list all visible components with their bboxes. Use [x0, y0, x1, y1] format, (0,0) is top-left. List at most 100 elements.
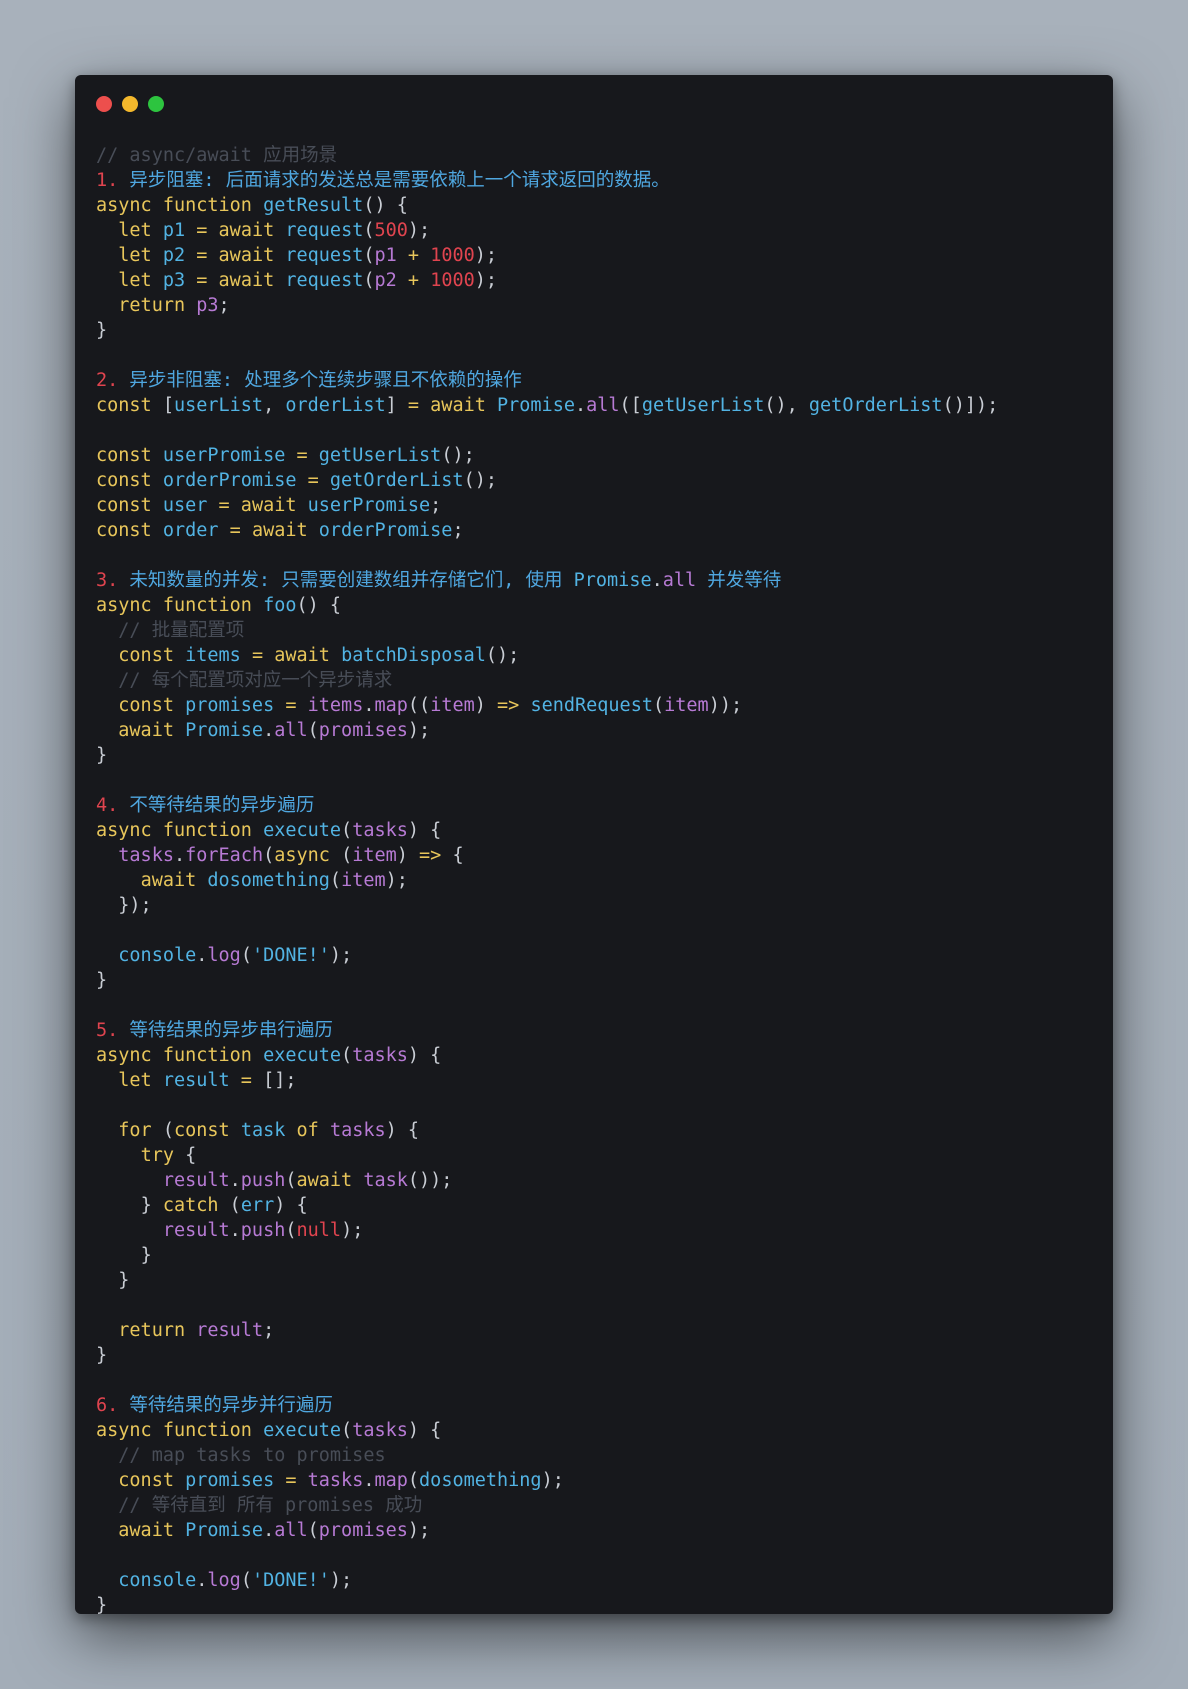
code-token-keyword: = — [229, 1070, 264, 1091]
code-token-function: foo — [263, 595, 297, 616]
code-token-keyword: const — [96, 445, 163, 466]
code-token-keyword: = — [274, 1470, 308, 1491]
code-line: async function execute(tasks) { — [96, 1043, 1096, 1068]
code-line: async function foo() { — [96, 593, 1096, 618]
code-token-keyword: = — [285, 445, 319, 466]
code-token-number: 5. — [96, 1020, 130, 1041]
code-token-punct: ); — [329, 945, 353, 966]
code-line: } — [96, 968, 1096, 993]
code-token-function: request — [285, 245, 364, 266]
code-line: }); — [96, 893, 1096, 918]
code-token-function: getOrderList — [329, 470, 464, 491]
code-token-function: getOrderList — [808, 395, 943, 416]
code-token-punct: ([ — [619, 395, 642, 416]
code-token-punct: ( — [652, 695, 665, 716]
close-button[interactable] — [96, 96, 112, 112]
code-line: // 批量配置项 — [96, 618, 1096, 643]
code-line: 6. 等待结果的异步并行遍历 — [96, 1393, 1096, 1418]
code-token-function: execute — [263, 1045, 342, 1066]
code-line: let p3 = await request(p2 + 1000); — [96, 268, 1096, 293]
code-token-punct: . — [363, 1470, 375, 1491]
code-block[interactable]: // async/await 应用场景 1. 异步阻塞: 后面请求的发送总是需要依… — [96, 143, 1096, 1614]
code-line: const items = await batchDisposal(); — [96, 643, 1096, 668]
code-token-variable: item — [352, 845, 397, 866]
code-token-punct: ) { — [407, 1045, 442, 1066]
code-token-variable: item — [341, 870, 386, 891]
code-line: await Promise.all(promises); — [96, 1518, 1096, 1543]
code-token-variable: all — [662, 570, 697, 591]
code-token-punct: ); — [329, 1570, 353, 1591]
code-token-punct: ); — [407, 1520, 431, 1541]
code-line: // async/await 应用场景 — [96, 143, 1096, 168]
code-token-punct: ] — [385, 395, 397, 416]
code-token-function: promises — [185, 1470, 275, 1491]
code-token-punct: ; — [263, 1320, 275, 1341]
code-token-punct: ( — [285, 1220, 297, 1241]
code-token-punct: ( — [263, 845, 275, 866]
code-token-function: request — [285, 220, 364, 241]
code-token-punct: ) — [474, 695, 498, 716]
code-line: try { — [96, 1143, 1096, 1168]
code-token-keyword: await — [118, 1520, 186, 1541]
code-token-punct: } — [96, 320, 108, 341]
code-line: 1. 异步阻塞: 后面请求的发送总是需要依赖上一个请求返回的数据。 — [96, 168, 1096, 193]
code-token-variable: tasks — [352, 1420, 408, 1441]
code-token-keyword: = — [274, 695, 308, 716]
code-token-comment: // 每个配置项对应一个异步请求 — [118, 670, 393, 691]
code-token-punct: . — [574, 395, 587, 416]
code-token-punct: (); — [485, 645, 520, 666]
code-token-keyword: of — [285, 1120, 330, 1141]
code-token-function: getUserList — [318, 445, 442, 466]
code-token-function: getUserList — [641, 395, 765, 416]
code-token-keyword: async function — [96, 595, 264, 616]
code-token-class: Promise — [185, 720, 264, 741]
code-token-punct: ); — [385, 870, 408, 891]
code-token-class: Promise — [573, 570, 652, 591]
minimize-button[interactable] — [122, 96, 138, 112]
code-token-function: user — [162, 495, 208, 516]
code-line: async function execute(tasks) { — [96, 818, 1096, 843]
code-token-heading: 等待结果的异步并行遍历 — [129, 1395, 333, 1416]
code-token-keyword: return — [118, 1320, 197, 1341]
code-token-variable: forEach — [185, 845, 264, 866]
code-line: const promises = tasks.map(dosomething); — [96, 1468, 1096, 1493]
code-token-variable: tasks — [352, 820, 408, 841]
code-token-punct: ()); — [407, 1170, 453, 1191]
code-line: await dosomething(item); — [96, 868, 1096, 893]
code-token-punct: }); — [118, 895, 152, 916]
code-token-keyword: const — [173, 1120, 241, 1141]
code-token-function: order — [162, 520, 219, 541]
code-line: async function execute(tasks) { — [96, 1418, 1096, 1443]
code-token-keyword: async function — [96, 195, 264, 216]
code-token-function: p3 — [162, 270, 186, 291]
code-token-comment: // 等待直到 所有 promises 成功 — [118, 1495, 423, 1516]
code-token-variable: promises — [318, 720, 408, 741]
code-token-keyword: + — [396, 270, 431, 291]
code-token-number: 3. — [96, 570, 130, 591]
code-token-variable: all — [274, 1520, 308, 1541]
maximize-button[interactable] — [148, 96, 164, 112]
code-token-variable: log — [207, 1570, 241, 1591]
code-token-variable: items — [307, 695, 364, 716]
code-token-punct: ( — [341, 845, 353, 866]
code-token-punct: { — [185, 1145, 197, 1166]
code-token-function: dosomething — [419, 1470, 542, 1491]
code-token-punct: )); — [708, 695, 743, 716]
code-token-function: dosomething — [207, 870, 330, 891]
code-line: const order = await orderPromise; — [96, 518, 1096, 543]
code-token-keyword: await — [118, 720, 186, 741]
code-line: result.push(await task()); — [96, 1168, 1096, 1193]
code-token-keyword: => — [419, 845, 453, 866]
code-token-function: execute — [263, 1420, 342, 1441]
code-line: } — [96, 318, 1096, 343]
code-token-keyword: = await — [207, 495, 308, 516]
code-line: return result; — [96, 1318, 1096, 1343]
